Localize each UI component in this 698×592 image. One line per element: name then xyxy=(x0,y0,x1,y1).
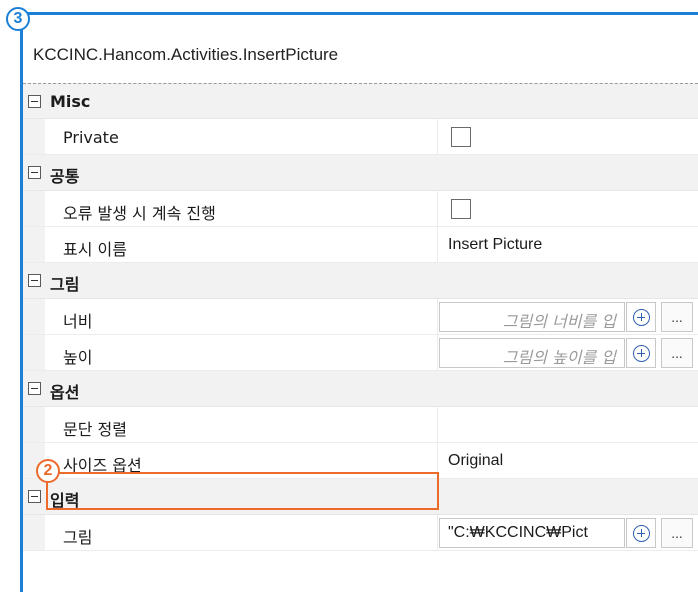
category-label: 입력 xyxy=(50,491,80,510)
plus-circle-icon xyxy=(633,309,650,326)
property-name: 오류 발생 시 계속 진행 xyxy=(63,204,216,223)
size-option-value[interactable]: Original xyxy=(448,452,503,470)
category-label: Misc xyxy=(50,92,91,111)
category-input[interactable]: 입력 xyxy=(23,479,698,515)
property-name: 그림 xyxy=(63,528,93,547)
property-name: 문단 정렬 xyxy=(63,420,127,439)
ellipsis-button[interactable]: ... xyxy=(661,338,693,368)
continue-on-error-checkbox[interactable] xyxy=(451,199,471,219)
collapse-icon[interactable] xyxy=(28,95,41,108)
plus-circle-icon xyxy=(633,345,650,362)
category-common[interactable]: 공통 xyxy=(23,155,698,191)
ellipsis-button[interactable]: ... xyxy=(661,518,693,548)
private-checkbox[interactable] xyxy=(451,127,471,147)
category-label: 옵션 xyxy=(50,383,80,402)
category-misc[interactable]: Misc xyxy=(23,83,698,119)
property-name: Private xyxy=(63,128,119,147)
property-row-size-option: 사이즈 옵션 Original xyxy=(23,443,698,479)
height-input[interactable]: 그림의 높이를 입 xyxy=(439,338,625,368)
property-name: 너비 xyxy=(63,312,93,331)
width-input[interactable]: 그림의 너비를 입 xyxy=(439,302,625,332)
property-name: 높이 xyxy=(63,348,93,367)
step-marker-3: 3 xyxy=(6,7,30,31)
category-label: 공통 xyxy=(50,167,80,186)
property-name: 표시 이름 xyxy=(63,240,127,259)
add-variable-button[interactable] xyxy=(626,338,656,368)
category-label: 그림 xyxy=(50,275,80,294)
property-row-display-name: 표시 이름 Insert Picture xyxy=(23,227,698,263)
property-row-width: 너비 그림의 너비를 입 ... xyxy=(23,299,698,335)
display-name-value[interactable]: Insert Picture xyxy=(448,236,542,254)
properties-panel: KCCINC.Hancom.Activities.InsertPicture M… xyxy=(20,12,698,592)
collapse-icon[interactable] xyxy=(28,274,41,287)
activity-type-name: KCCINC.Hancom.Activities.InsertPicture xyxy=(33,45,339,64)
add-variable-button[interactable] xyxy=(626,302,656,332)
property-row-paragraph-align: 문단 정렬 xyxy=(23,407,698,443)
plus-circle-icon xyxy=(633,525,650,542)
property-grid: Misc Private 공통 오류 발생 시 계속 진행 표시 이름 Inse… xyxy=(23,83,698,551)
collapse-icon[interactable] xyxy=(28,166,41,179)
picture-path-input[interactable]: "C:₩KCCINC₩Pict xyxy=(439,518,625,548)
property-row-private: Private xyxy=(23,119,698,155)
step-marker-2: 2 xyxy=(36,459,60,483)
collapse-icon[interactable] xyxy=(28,382,41,395)
category-picture[interactable]: 그림 xyxy=(23,263,698,299)
ellipsis-button[interactable]: ... xyxy=(661,302,693,332)
property-row-continue-on-error: 오류 발생 시 계속 진행 xyxy=(23,191,698,227)
property-row-picture-path: 그림 "C:₩KCCINC₩Pict ... xyxy=(23,515,698,551)
property-row-height: 높이 그림의 높이를 입 ... xyxy=(23,335,698,371)
collapse-icon[interactable] xyxy=(28,490,41,503)
category-options[interactable]: 옵션 xyxy=(23,371,698,407)
activity-header: KCCINC.Hancom.Activities.InsertPicture xyxy=(23,15,698,81)
add-variable-button[interactable] xyxy=(626,518,656,548)
property-name: 사이즈 옵션 xyxy=(63,456,142,475)
